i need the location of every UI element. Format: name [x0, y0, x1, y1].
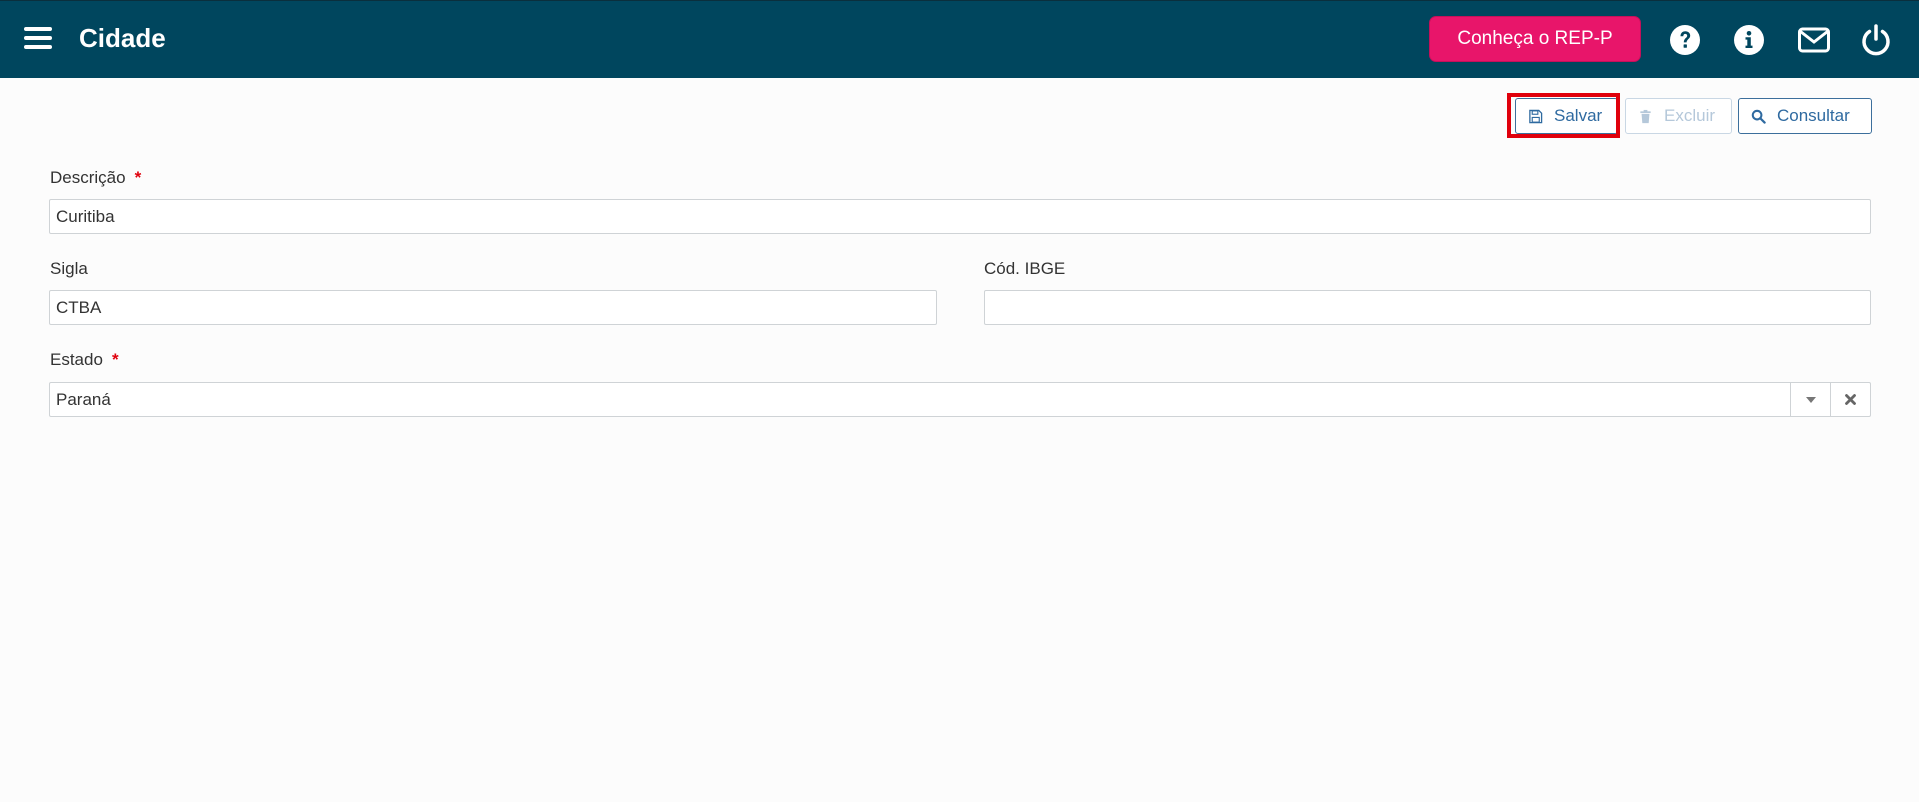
save-button-label: Salvar — [1554, 106, 1603, 125]
question-circle-icon[interactable] — [1668, 23, 1702, 57]
hamburger-menu-icon[interactable] — [24, 27, 52, 51]
delete-button[interactable]: Excluir — [1625, 98, 1732, 134]
sigla-field[interactable] — [49, 290, 937, 325]
estado-select[interactable]: Paraná — [49, 382, 1871, 417]
required-mark: * — [111, 350, 119, 369]
envelope-icon[interactable] — [1797, 23, 1831, 57]
descricao-label: Descrição * — [50, 168, 141, 188]
estado-select-value: Paraná — [56, 390, 111, 409]
save-button[interactable]: Salvar — [1515, 98, 1618, 134]
query-button-label: Consultar — [1777, 106, 1850, 125]
power-icon[interactable] — [1859, 23, 1893, 57]
cod-ibge-label: Cód. IBGE — [984, 259, 1066, 278]
required-mark: * — [134, 168, 142, 187]
estado-label: Estado * — [50, 350, 119, 370]
top-bar: Cidade Conheça o REP-P — [0, 0, 1919, 78]
search-icon — [1751, 109, 1766, 124]
descricao-field[interactable] — [49, 199, 1871, 234]
info-circle-icon[interactable] — [1732, 23, 1766, 57]
sigla-label: Sigla — [50, 259, 88, 278]
rep-p-promo-button[interactable]: Conheça o REP-P — [1429, 16, 1641, 62]
estado-label-text: Estado — [50, 350, 103, 369]
cod-ibge-field[interactable] — [984, 290, 1871, 325]
page-title: Cidade — [79, 23, 166, 53]
floppy-disk-icon — [1529, 109, 1543, 123]
descricao-label-text: Descrição — [50, 168, 126, 187]
trash-icon — [1640, 109, 1651, 123]
query-button[interactable]: Consultar — [1738, 98, 1872, 134]
times-icon[interactable] — [1830, 383, 1870, 416]
delete-button-label: Excluir — [1664, 106, 1716, 125]
caret-down-icon[interactable] — [1790, 383, 1830, 416]
